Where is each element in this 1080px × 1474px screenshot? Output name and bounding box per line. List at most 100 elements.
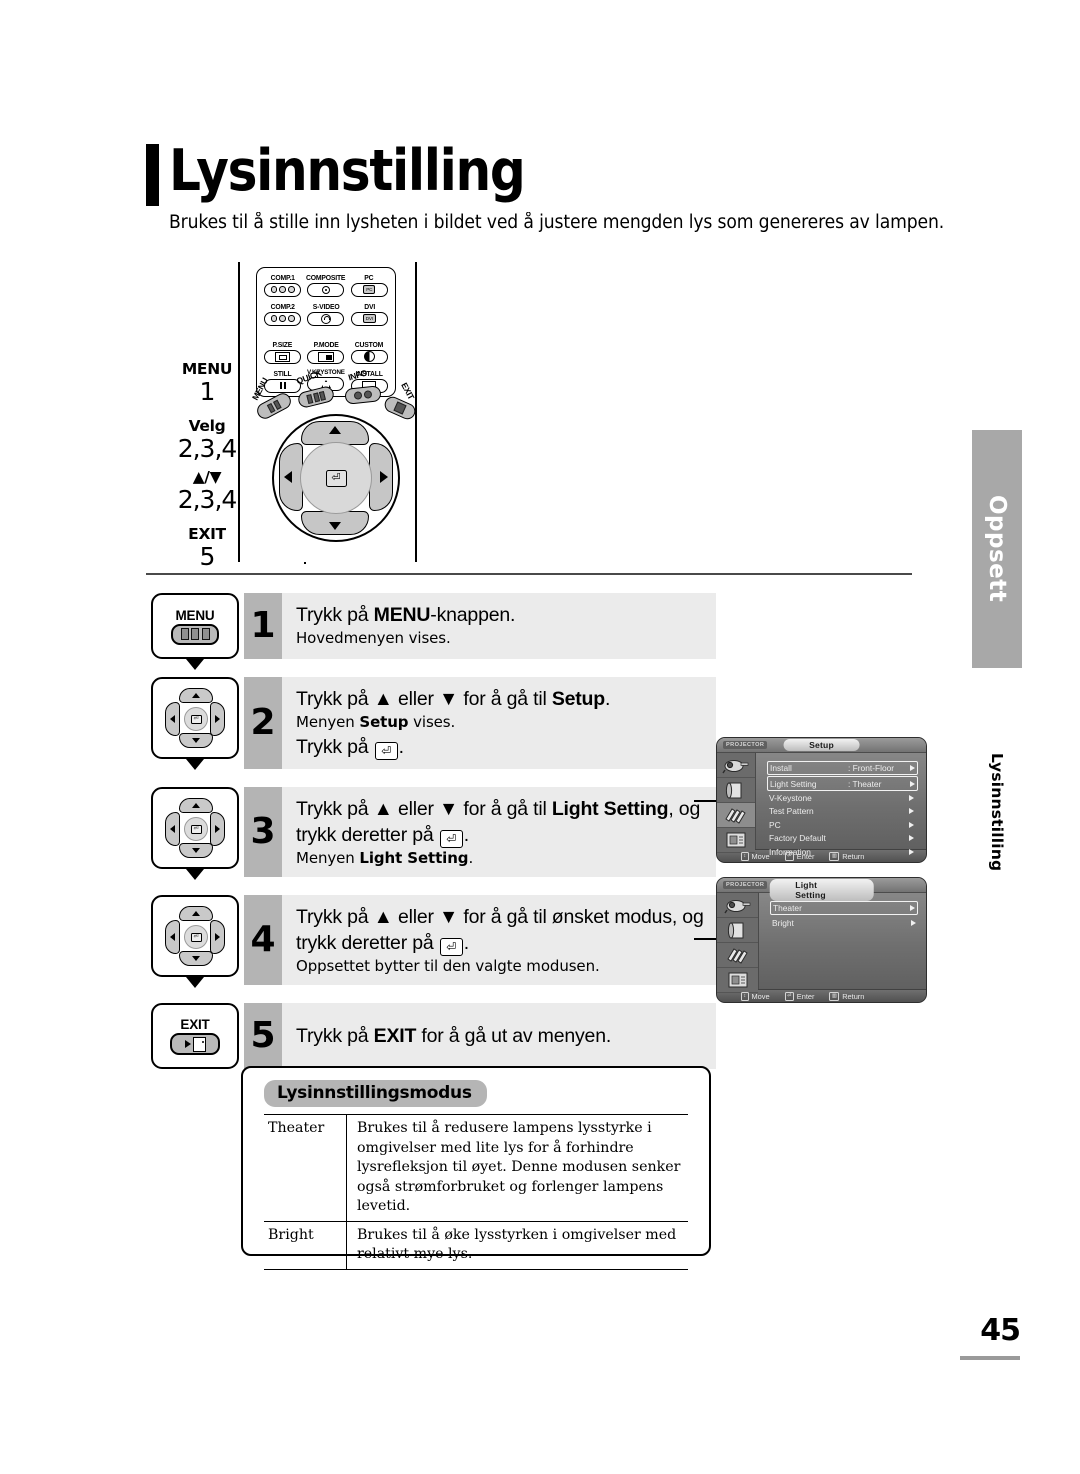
- page-header: Lysinnstilling Brukes til å stille inn l…: [146, 138, 944, 233]
- remote-button-svideo[interactable]: S-VIDEO: [304, 302, 347, 326]
- s-video-jack-icon: [307, 311, 345, 326]
- mode-table: Theater Brukes til å redusere lampens ly…: [264, 1114, 688, 1270]
- chevron-right-icon: [909, 808, 914, 815]
- osd-tile-projector-icon[interactable]: [717, 753, 755, 778]
- osd-light-list: Theater Bright: [759, 893, 926, 989]
- step-4-main: Trykk på ▲ eller ▼ for å gå til ønsket m…: [296, 906, 704, 928]
- step-5-main-bold: EXIT: [373, 1025, 417, 1047]
- osd-row-bright[interactable]: Bright: [770, 916, 918, 928]
- page-number: 45: [980, 1313, 1021, 1348]
- remote-button-pmode-label: P.MODE: [313, 340, 339, 349]
- osd-brand-label: PROJECTOR: [723, 881, 768, 889]
- nav-pad-glyph: ⏎: [163, 904, 227, 968]
- instruction-steps: MENU 1 Trykk på MENU-knappen. Hovedmenye…: [146, 593, 716, 1069]
- connector-step3-to-setup: [694, 800, 718, 802]
- remote-button-pc[interactable]: PC PC: [348, 273, 391, 297]
- remote-button-custom[interactable]: CUSTOM: [348, 340, 391, 364]
- navigation-pad-icon[interactable]: ⏎: [151, 787, 239, 869]
- step-4-line2-post: .: [463, 932, 469, 954]
- side-tab-section[interactable]: Lysinnstilling: [972, 722, 1022, 902]
- osd-tile-screen-icon[interactable]: [717, 778, 755, 803]
- wheel-down-button[interactable]: [301, 511, 369, 535]
- mode-desc-theater: Brukes til å redusere lampens lysstyrke …: [346, 1114, 688, 1221]
- remote-control-illustration: MENU 1 Velg 2,3,4 ▲/▼ 2,3,4 EXIT 5 COMP.…: [168, 262, 928, 570]
- osd-tile-setup-icon[interactable]: [717, 803, 755, 828]
- step-3-main-pre: Trykk på ▲ eller ▼ for å gå til: [296, 798, 552, 820]
- osd-footer-enter-label: Enter: [796, 992, 815, 1001]
- remote-button-pmode[interactable]: P.MODE: [304, 340, 347, 364]
- setup-hand-glyph-icon: [725, 808, 746, 824]
- remote-button-psize[interactable]: P.SIZE: [261, 340, 304, 364]
- osd-row-light-setting-label: Light Setting: [770, 778, 817, 789]
- step-2-main-bold: Setup: [551, 688, 605, 710]
- chevron-right-icon: [910, 780, 915, 787]
- osd-row-test-pattern[interactable]: Test Pattern: [767, 805, 918, 817]
- step-3-main-bold: Light Setting: [551, 798, 669, 820]
- picture-size-icon: [264, 349, 302, 364]
- navigation-pad-icon[interactable]: ⏎: [151, 895, 239, 977]
- information-glyph-icon: [728, 972, 747, 988]
- picture-mode-icon: [307, 349, 345, 364]
- step-5: EXIT 5 Trykk på EXIT for å gå ut av meny…: [146, 1003, 716, 1069]
- remote-navigation-wheel[interactable]: ⏎: [272, 414, 400, 542]
- step-3-sub-post: .: [468, 849, 474, 867]
- osd-footer-enter: ⏎ Enter: [784, 992, 815, 1001]
- navigation-pad-icon[interactable]: ⏎: [151, 677, 239, 759]
- osd-row-pc[interactable]: PC: [767, 819, 918, 831]
- pad-enter-icon: ⏎: [184, 707, 208, 731]
- pad-up-icon: [179, 906, 213, 921]
- step-5-main: Trykk på EXIT for å gå ut av menyen.: [296, 1023, 611, 1049]
- wheel-enter-button[interactable]: ⏎: [300, 442, 372, 514]
- chevron-right-icon: [911, 919, 916, 926]
- side-tab-chapter-label: Oppsett: [984, 495, 1010, 603]
- side-tab-chapter[interactable]: Oppsett: [972, 430, 1022, 668]
- step-2-sub-post: vises.: [408, 713, 456, 731]
- osd-tile-information-icon[interactable]: [717, 968, 758, 993]
- pad-down-icon: [179, 951, 213, 966]
- chevron-right-icon: [909, 821, 914, 828]
- step-1: MENU 1 Trykk på MENU-knappen. Hovedmenye…: [146, 593, 716, 670]
- exit-pill-icon: [170, 1033, 220, 1055]
- osd-tile-screen-icon[interactable]: [717, 918, 758, 943]
- step-4-sub: Oppsettet bytter til den valgte modusen.: [296, 957, 600, 975]
- step-5-number: 5: [244, 1003, 282, 1069]
- rca-jack-icon: [307, 282, 345, 297]
- remote-button-composite[interactable]: COMPOSITE: [304, 273, 347, 297]
- pad-right-icon: [210, 920, 225, 954]
- step-5-main-post: for å gå ut av menyen.: [416, 1025, 612, 1047]
- osd-brand-label: PROJECTOR: [723, 741, 768, 749]
- step-2-main-post: .: [604, 688, 611, 710]
- osd-footer-move: ↕ Move: [741, 852, 770, 861]
- exit-button-icon[interactable]: EXIT: [151, 1003, 239, 1069]
- step-3-body: Trykk på ▲ eller ▼ for å gå til Light Se…: [282, 787, 716, 877]
- step-1-main-bold: MENU: [373, 604, 431, 626]
- pad-up-icon: [179, 798, 213, 813]
- remote-button-dvi[interactable]: DVI DVI: [348, 302, 391, 326]
- osd-row-test-pattern-label: Test Pattern: [769, 806, 814, 817]
- remote-button-psize-label: P.SIZE: [272, 340, 293, 349]
- callout-velg-label: Velg: [188, 417, 226, 435]
- osd-row-v-keystone[interactable]: V-Keystone: [767, 792, 918, 804]
- osd-row-theater[interactable]: Theater: [770, 901, 918, 916]
- wheel-right-button[interactable]: [369, 443, 393, 511]
- callout-exit-step: 5: [199, 542, 216, 571]
- osd-row-v-keystone-label: V-Keystone: [769, 792, 812, 803]
- osd-row-factory-default[interactable]: Factory Default: [767, 832, 918, 844]
- osd-tile-information-icon[interactable]: [717, 828, 755, 853]
- flow-arrow-icon: [186, 869, 204, 880]
- remote-button-comp2[interactable]: COMP.2: [261, 302, 304, 326]
- page-title: Lysinnstilling: [169, 138, 526, 204]
- step-5-icon-col: EXIT: [146, 1003, 244, 1069]
- remote-button-comp1[interactable]: COMP.1: [261, 273, 304, 297]
- osd-row-install[interactable]: Install : Front-Floor: [767, 761, 918, 776]
- enter-key-icon: ⏎: [439, 938, 463, 956]
- osd-footer-return-label: Return: [842, 852, 865, 861]
- table-row: Bright Brukes til å øke lysstyrken i omg…: [264, 1221, 688, 1269]
- osd-row-light-setting[interactable]: Light Setting : Theater: [767, 776, 918, 791]
- osd-tile-projector-icon[interactable]: [717, 893, 758, 918]
- step-1-main-post: -knappen.: [430, 604, 516, 626]
- callout-menu-label: MENU: [181, 360, 233, 378]
- menu-button-icon[interactable]: MENU: [151, 593, 239, 659]
- osd-tile-setup-icon[interactable]: [717, 943, 758, 968]
- connector-step4-to-light: [694, 938, 718, 940]
